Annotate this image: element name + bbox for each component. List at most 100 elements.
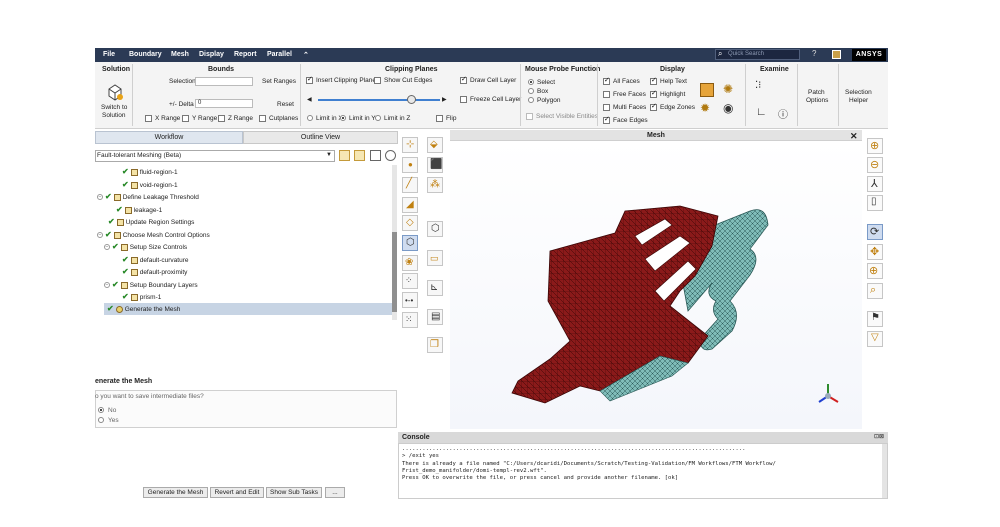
highlight-checkbox[interactable]	[650, 89, 657, 98]
display-colors-icon[interactable]	[700, 83, 714, 97]
probe-select-radio[interactable]	[528, 79, 534, 85]
select-grid-icon[interactable]: ⁙	[402, 312, 418, 328]
tree-item[interactable]: ✔ leakage-1	[116, 204, 162, 216]
menu-parallel[interactable]: Parallel	[267, 51, 292, 58]
select-point-icon[interactable]: ●	[402, 157, 418, 173]
clipping-slider-handle[interactable]	[406, 95, 416, 104]
sun-icon[interactable]: ✹	[700, 101, 710, 115]
tree-item[interactable]: − ✔ Choose Mesh Control Options	[97, 229, 210, 241]
mesh-tool-3-icon[interactable]: ⁂	[427, 177, 443, 193]
clipping-slider-track[interactable]	[318, 99, 440, 101]
generate-mesh-button[interactable]: Generate the Mesh	[143, 487, 208, 498]
tree-item[interactable]: − ✔ Define Leakage Threshold	[97, 191, 199, 203]
multi-faces-checkbox[interactable]	[603, 104, 610, 111]
mesh-tool-8-icon[interactable]: ❐	[427, 337, 443, 353]
reset-button[interactable]: Reset	[277, 101, 294, 108]
menu-report[interactable]: Report	[234, 51, 257, 58]
edge-zones-checkbox[interactable]	[650, 102, 657, 111]
pan-icon[interactable]: ✥	[867, 244, 883, 260]
orient-axes-icon[interactable]: ⊹	[402, 137, 418, 153]
flip-checkbox[interactable]	[436, 115, 443, 122]
graphics-viewport[interactable]	[450, 141, 862, 429]
patch-options-label-2[interactable]: Options	[806, 97, 828, 104]
selection-helper-label-2[interactable]: Helper	[849, 97, 868, 104]
license-icon[interactable]	[832, 50, 841, 59]
probe-box-radio[interactable]	[528, 88, 534, 94]
zoom-in-icon[interactable]: ⊕	[867, 138, 883, 154]
freeze-cell-layer-checkbox[interactable]	[460, 96, 467, 103]
tab-outline-view[interactable]: Outline View	[243, 131, 398, 144]
workflow-folder-icon[interactable]	[339, 150, 350, 161]
console-output[interactable]: ........................................…	[398, 443, 888, 499]
revert-edit-button[interactable]: Revert and Edit	[210, 487, 264, 498]
save-yes-radio[interactable]	[98, 417, 104, 423]
menu-file[interactable]: File	[103, 51, 115, 58]
workflow-expand-icon[interactable]	[370, 150, 381, 161]
filter-icon[interactable]: ▽	[867, 331, 883, 347]
help-icon[interactable]: ?	[812, 49, 816, 58]
zoom-fit-icon[interactable]: ⌕	[867, 283, 883, 299]
free-faces-checkbox[interactable]	[603, 91, 610, 98]
all-faces-checkbox[interactable]	[603, 76, 610, 85]
page-view-icon[interactable]: ▯	[867, 195, 883, 211]
tree-item-selected[interactable]: ✔ Generate the Mesh	[104, 303, 392, 315]
mesh-tool-7-icon[interactable]: ▤	[427, 309, 443, 325]
flag-icon[interactable]: ⚑	[867, 311, 883, 327]
probe-polygon-radio[interactable]	[528, 97, 534, 103]
x-range-checkbox[interactable]	[145, 115, 152, 122]
tree-item[interactable]: ✔ fluid-region-1	[122, 166, 178, 178]
mesh-tool-2-icon[interactable]: ⬛	[427, 157, 443, 173]
tree-scrollbar-thumb[interactable]	[392, 232, 397, 312]
rotate-icon[interactable]: ⟳	[867, 224, 883, 240]
tree-item[interactable]: ✔ prism-1	[122, 291, 161, 303]
zoom-out-icon[interactable]: ⊖	[867, 157, 883, 173]
menu-display[interactable]: Display	[199, 51, 224, 58]
y-range-checkbox[interactable]	[182, 115, 189, 122]
probe-points-icon[interactable]: ⁚⁝	[755, 80, 761, 91]
save-no-radio[interactable]	[98, 407, 104, 413]
delta-input[interactable]: 0	[195, 99, 253, 108]
selection-input[interactable]	[195, 77, 253, 86]
view-eye-icon[interactable]: ◉	[723, 101, 733, 115]
select-body-icon[interactable]: ⬡	[402, 235, 418, 251]
show-sub-tasks-button[interactable]: Show Sub Tasks	[266, 487, 322, 498]
lighting-icon[interactable]: ✺	[723, 82, 733, 96]
console-scrollbar[interactable]	[882, 444, 887, 498]
info-icon[interactable]: ⓘ	[778, 106, 788, 121]
quick-search-input[interactable]: Quick Search	[715, 49, 800, 60]
mesh-tool-5-icon[interactable]: ▭	[427, 250, 443, 266]
select-zone-icon[interactable]: ◇	[402, 215, 418, 231]
ruler-icon[interactable]: ∟	[756, 106, 767, 118]
select-edge-icon[interactable]: ╱	[402, 177, 418, 193]
tree-item[interactable]: ✔ default-proximity	[122, 266, 187, 278]
set-ranges-button[interactable]: Set Ranges	[262, 78, 296, 85]
menu-mesh[interactable]: Mesh	[171, 51, 189, 58]
slider-right-arrow-icon[interactable]: ▶	[442, 96, 447, 103]
draw-cell-layer-checkbox[interactable]	[460, 75, 467, 84]
insert-clipping-planes-checkbox[interactable]	[306, 75, 313, 84]
mesh-tool-1-icon[interactable]: ⬙	[427, 137, 443, 153]
tree-item[interactable]: − ✔ Setup Size Controls	[104, 241, 187, 253]
select-nodes-icon[interactable]: ⁘	[402, 273, 418, 289]
tree-item[interactable]: ✔ void-region-1	[122, 179, 178, 191]
tab-workflow[interactable]: Workflow	[95, 131, 243, 144]
console-options-icon[interactable]: ⊡⊠	[874, 433, 884, 440]
cutplanes-checkbox[interactable]	[259, 115, 266, 122]
switch-to-solution-icon[interactable]	[106, 83, 124, 101]
select-cells-icon[interactable]: ❀	[402, 255, 418, 271]
patch-options-label-1[interactable]: Patch	[808, 89, 825, 96]
limit-y-radio[interactable]	[340, 115, 346, 121]
face-edges-checkbox[interactable]	[603, 115, 610, 124]
help-text-checkbox[interactable]	[650, 76, 657, 85]
workflow-type-dropdown[interactable]: Fault-tolerant Meshing (Beta)	[95, 150, 335, 162]
show-cut-edges-checkbox[interactable]	[374, 77, 381, 84]
tree-item[interactable]: ✔ default-curvature	[122, 254, 188, 266]
selection-helper-label-1[interactable]: Selection	[845, 89, 872, 96]
mesh-tool-4-icon[interactable]: ⬡	[427, 221, 443, 237]
collapse-ribbon-icon[interactable]: ⌃	[303, 51, 309, 59]
slider-left-arrow-icon[interactable]: ◀	[307, 96, 312, 103]
select-face-icon[interactable]: ◢	[402, 197, 418, 213]
zoom-box-icon[interactable]: ⊕	[867, 263, 883, 279]
workflow-settings-icon[interactable]	[385, 150, 396, 161]
tree-item[interactable]: − ✔ Setup Boundary Layers	[104, 279, 198, 291]
